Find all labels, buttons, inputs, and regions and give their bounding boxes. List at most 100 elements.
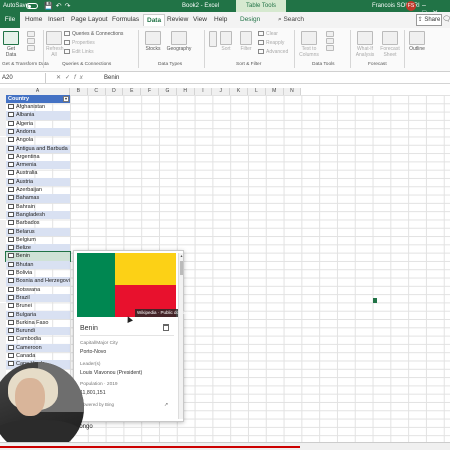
table-row[interactable]: Australia <box>6 169 70 177</box>
geography-type-icon[interactable] <box>8 228 14 234</box>
filter-dropdown-icon[interactable]: ▾ <box>63 96 69 102</box>
geography-type-icon[interactable] <box>8 344 14 350</box>
geography-type-icon[interactable] <box>8 104 14 109</box>
column-header-j[interactable]: J <box>212 88 231 95</box>
column-header-d[interactable]: D <box>105 88 124 95</box>
geography-type-icon[interactable] <box>8 195 14 201</box>
geography-type-icon[interactable] <box>8 270 14 275</box>
geography-type-icon[interactable] <box>8 245 14 251</box>
table-row[interactable]: Cambodia <box>6 335 70 343</box>
table-row[interactable]: Angola <box>6 136 70 144</box>
table-row[interactable]: Botswana <box>6 286 70 294</box>
table-row[interactable]: Belize <box>6 244 70 253</box>
table-row[interactable]: Argentina <box>6 153 70 161</box>
extract-icon[interactable] <box>163 324 169 331</box>
what-if-button[interactable]: What-If Analysis <box>353 31 377 58</box>
filter-button[interactable]: Filter <box>239 31 253 52</box>
geography-type-icon[interactable] <box>8 353 14 358</box>
clear-button[interactable]: Clear <box>258 31 278 37</box>
quick-access-toolbar[interactable]: 💾↶↷ <box>44 2 73 10</box>
table-row[interactable]: Bhutan <box>6 260 70 269</box>
video-progress-bar[interactable] <box>0 446 300 448</box>
scroll-thumb[interactable] <box>180 261 183 275</box>
tab-file[interactable]: File <box>0 12 20 28</box>
geography-type-icon[interactable] <box>8 145 14 151</box>
geography-type-icon[interactable] <box>8 211 14 217</box>
forecast-sheet-button[interactable]: Forecast Sheet <box>379 31 401 58</box>
geography-type-icon[interactable] <box>8 128 14 134</box>
capital-value[interactable]: Porto-Novo <box>80 349 106 355</box>
tab-design[interactable]: Design <box>240 16 260 23</box>
reapply-button[interactable]: Reapply <box>258 40 284 46</box>
table-header-country[interactable]: Country ▾ <box>6 95 70 103</box>
search-box[interactable]: ⌕ Search <box>278 16 304 24</box>
properties-button[interactable]: Properties <box>64 40 95 46</box>
table-row[interactable]: Burkina Faso <box>6 319 70 327</box>
table-row[interactable]: Albania <box>6 111 70 120</box>
table-row[interactable]: Azerbaijan <box>6 186 70 194</box>
column-header-b[interactable]: B <box>70 88 88 95</box>
geography-type-icon[interactable] <box>8 328 14 334</box>
name-box[interactable]: A20 <box>0 73 46 83</box>
geography-type-icon[interactable] <box>8 319 14 325</box>
table-row[interactable]: Benin <box>5 251 71 262</box>
get-data-button[interactable]: Get Data <box>3 31 19 58</box>
column-header-i[interactable]: I <box>194 88 213 95</box>
geography-type-icon[interactable] <box>8 361 14 367</box>
outline-button[interactable]: Outline <box>406 31 428 52</box>
geography-type-icon[interactable] <box>8 336 14 342</box>
table-row[interactable]: Austria <box>6 177 70 186</box>
tab-review[interactable]: Review <box>167 16 188 23</box>
queries-connections-button[interactable]: Queries & Connections <box>64 31 123 37</box>
tab-home[interactable]: Home <box>25 16 42 23</box>
geography-type-icon[interactable] <box>8 261 14 267</box>
geography-type-icon[interactable] <box>8 303 14 309</box>
leader-value[interactable]: Louis Vlavonou (President) <box>80 370 142 376</box>
geography-type-icon[interactable] <box>8 162 14 168</box>
column-header-f[interactable]: F <box>141 88 159 95</box>
geography-type-icon[interactable] <box>8 253 14 259</box>
geography-type-icon[interactable] <box>8 153 14 159</box>
table-row[interactable]: Bahamas <box>6 194 70 203</box>
edit-links-button[interactable]: Edit Links <box>64 49 94 55</box>
geography-type-icon[interactable] <box>8 220 14 226</box>
column-header-m[interactable]: M <box>265 88 284 95</box>
table-row[interactable]: Armenia <box>6 161 70 170</box>
table-row[interactable]: Afghanistan <box>6 103 70 111</box>
geography-type-icon[interactable] <box>8 170 14 176</box>
text-to-columns-button[interactable]: Text to Columns <box>297 31 321 58</box>
share-button[interactable]: ⇪ Share <box>416 14 442 26</box>
geography-type-icon[interactable] <box>8 137 14 143</box>
column-header-h[interactable]: H <box>176 88 195 95</box>
table-row[interactable]: Belarus <box>6 227 70 236</box>
formula-input[interactable]: Benin <box>104 73 119 83</box>
table-row[interactable]: Burundi <box>6 327 70 336</box>
column-header-e[interactable]: E <box>123 88 142 95</box>
tab-data[interactable]: Data <box>143 14 166 26</box>
table-row[interactable]: Cameroon <box>6 343 70 352</box>
column-header-a[interactable]: A <box>6 88 70 95</box>
tab-help[interactable]: Help <box>214 16 227 23</box>
table-row[interactable]: Brunei <box>6 302 70 310</box>
advanced-button[interactable]: Advanced <box>258 49 288 55</box>
column-header-k[interactable]: K <box>230 88 248 95</box>
table-row[interactable]: Brazil <box>6 293 70 303</box>
refresh-all-button[interactable]: Refresh All <box>46 31 64 58</box>
geography-type-icon[interactable] <box>8 203 14 209</box>
table-row[interactable]: Bolivia <box>6 269 70 277</box>
table-row[interactable]: Canada <box>6 352 70 360</box>
stocks-button[interactable]: Stocks <box>142 31 164 52</box>
card-scrollbar[interactable]: ▴ <box>178 253 183 419</box>
geography-button[interactable]: Geography <box>166 31 192 52</box>
card-more-icon[interactable]: ↗ <box>164 402 168 408</box>
autosave-toggle[interactable] <box>26 3 38 9</box>
table-row[interactable]: Bosnia and Herzegovina <box>6 277 70 286</box>
tab-view[interactable]: View <box>193 16 207 23</box>
geography-type-icon[interactable] <box>8 178 14 184</box>
column-header-l[interactable]: L <box>248 88 266 95</box>
tab-page-layout[interactable]: Page Layout <box>71 16 108 23</box>
table-row[interactable]: Andorra <box>6 127 70 137</box>
table-row[interactable]: Antigua and Barbuda <box>6 144 70 153</box>
table-row[interactable]: Barbados <box>6 219 70 227</box>
geography-type-icon[interactable] <box>8 278 14 284</box>
